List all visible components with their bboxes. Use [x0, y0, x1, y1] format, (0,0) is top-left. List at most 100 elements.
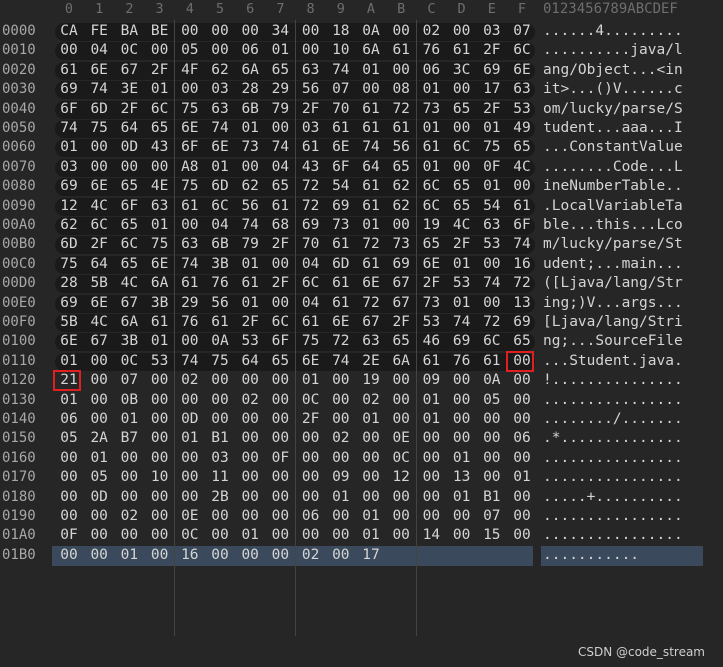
hex-byte[interactable]: 00	[416, 508, 446, 524]
hex-byte[interactable]: 6C	[416, 198, 446, 214]
hex-byte[interactable]: 62	[54, 217, 84, 233]
hex-byte[interactable]: 63	[145, 198, 175, 214]
hex-byte[interactable]: 65	[447, 198, 477, 214]
hex-byte[interactable]: 65	[145, 120, 175, 136]
hex-byte[interactable]: 00	[447, 392, 477, 408]
hex-byte[interactable]: 11	[205, 469, 235, 485]
hex-byte[interactable]: 00	[84, 372, 114, 388]
hex-byte[interactable]: 61	[356, 120, 386, 136]
hex-byte[interactable]: 01	[477, 120, 507, 136]
hex-byte[interactable]: 64	[356, 159, 386, 175]
hex-byte[interactable]: 01	[84, 450, 114, 466]
ascii-text[interactable]: ................	[543, 450, 683, 466]
hex-byte[interactable]: 13	[447, 469, 477, 485]
hex-byte[interactable]: 00	[265, 469, 295, 485]
ascii-text[interactable]: tudent...aaa...I	[543, 120, 683, 136]
hex-byte[interactable]: 00	[205, 23, 235, 39]
hex-byte[interactable]: 00	[447, 372, 477, 388]
hex-byte[interactable]: 6F	[114, 198, 144, 214]
hex-byte[interactable]: 00	[145, 159, 175, 175]
ascii-text[interactable]: ineNumberTable..	[543, 178, 683, 194]
hex-byte[interactable]: B1	[205, 430, 235, 446]
hex-byte[interactable]: 00	[507, 527, 537, 543]
hex-byte[interactable]: 00	[114, 159, 144, 175]
hex-byte[interactable]: 01	[205, 159, 235, 175]
hex-byte[interactable]: 01	[356, 411, 386, 427]
hex-byte[interactable]: 69	[54, 295, 84, 311]
hex-byte[interactable]: 00	[416, 469, 446, 485]
hex-byte[interactable]: 74	[54, 120, 84, 136]
hex-byte[interactable]: 0B	[114, 392, 144, 408]
hex-byte[interactable]: 00	[477, 450, 507, 466]
ascii-text[interactable]: ..........java/l	[543, 42, 683, 58]
hex-byte[interactable]: 6A	[356, 42, 386, 58]
hex-byte[interactable]: 01	[447, 450, 477, 466]
ascii-text[interactable]: .*..............	[543, 430, 683, 446]
hex-byte[interactable]: 00	[145, 489, 175, 505]
hex-byte[interactable]: 01	[326, 489, 356, 505]
hex-byte[interactable]: 6C	[114, 236, 144, 252]
hex-byte[interactable]: 53	[447, 275, 477, 291]
hex-byte[interactable]: 00	[175, 23, 205, 39]
hex-byte[interactable]: 00	[507, 489, 537, 505]
hex-byte[interactable]: 09	[416, 372, 446, 388]
hex-byte[interactable]: 73	[235, 139, 265, 155]
hex-byte[interactable]: 67	[114, 62, 144, 78]
hex-byte[interactable]: 72	[477, 314, 507, 330]
hex-byte[interactable]: 01	[416, 81, 446, 97]
hex-byte[interactable]: 2F	[296, 411, 326, 427]
hex-byte[interactable]: 00	[386, 392, 416, 408]
hex-byte[interactable]: 79	[265, 101, 295, 117]
hex-byte[interactable]: 0D	[175, 411, 205, 427]
hex-byte[interactable]: 67	[84, 333, 114, 349]
hex-byte[interactable]: 53	[507, 101, 537, 117]
hex-byte[interactable]: 00	[386, 23, 416, 39]
hex-byte[interactable]: 65	[507, 139, 537, 155]
hex-byte[interactable]: 02	[175, 372, 205, 388]
hex-byte[interactable]: 00	[175, 333, 205, 349]
hex-byte[interactable]: 75	[205, 353, 235, 369]
hex-byte[interactable]: 00	[235, 411, 265, 427]
hex-byte[interactable]: 03	[205, 450, 235, 466]
hex-byte[interactable]: 00	[326, 508, 356, 524]
hex-byte[interactable]: 56	[386, 139, 416, 155]
hex-byte[interactable]: 01	[235, 256, 265, 272]
hex-byte[interactable]: 29	[175, 295, 205, 311]
hex-byte[interactable]: 75	[175, 178, 205, 194]
hex-byte[interactable]: 74	[265, 139, 295, 155]
hex-byte[interactable]: 74	[235, 217, 265, 233]
hex-byte[interactable]: 61	[356, 198, 386, 214]
ascii-text[interactable]: ................	[543, 527, 683, 543]
hex-byte[interactable]: 00	[477, 295, 507, 311]
ascii-text[interactable]: [Ljava/lang/Stri	[543, 314, 683, 330]
ascii-text[interactable]: .....+..........	[543, 489, 683, 505]
hex-byte[interactable]: 43	[145, 139, 175, 155]
hex-byte[interactable]: 6B	[235, 101, 265, 117]
hex-byte[interactable]: 76	[447, 353, 477, 369]
hex-byte[interactable]: 72	[507, 275, 537, 291]
hex-byte[interactable]: 10	[326, 42, 356, 58]
hex-byte[interactable]: 74	[84, 81, 114, 97]
hex-byte[interactable]: 6C	[477, 333, 507, 349]
hex-byte[interactable]: 00	[477, 411, 507, 427]
hex-byte[interactable]: 00	[54, 469, 84, 485]
hex-byte[interactable]: 54	[477, 198, 507, 214]
hex-byte[interactable]: 2F	[235, 314, 265, 330]
ascii-text[interactable]: ...Student.java.	[543, 353, 683, 369]
hex-byte[interactable]: 00	[235, 489, 265, 505]
hex-byte[interactable]: 61	[326, 236, 356, 252]
hex-byte[interactable]: 00	[265, 411, 295, 427]
hex-byte[interactable]: 75	[175, 101, 205, 117]
hex-byte[interactable]: 00	[175, 392, 205, 408]
hex-byte[interactable]: 6E	[175, 120, 205, 136]
hex-byte[interactable]: 61	[175, 198, 205, 214]
hex-byte[interactable]: 00	[175, 217, 205, 233]
hex-byte[interactable]: 00	[54, 489, 84, 505]
hex-byte[interactable]: 6C	[416, 178, 446, 194]
hex-byte[interactable]: 6A	[235, 62, 265, 78]
hex-byte[interactable]: 61	[416, 139, 446, 155]
hex-byte[interactable]: 05	[175, 42, 205, 58]
ascii-text[interactable]: ........Code...L	[543, 159, 683, 175]
hex-byte[interactable]: 74	[175, 256, 205, 272]
hex-byte[interactable]: 00	[447, 120, 477, 136]
